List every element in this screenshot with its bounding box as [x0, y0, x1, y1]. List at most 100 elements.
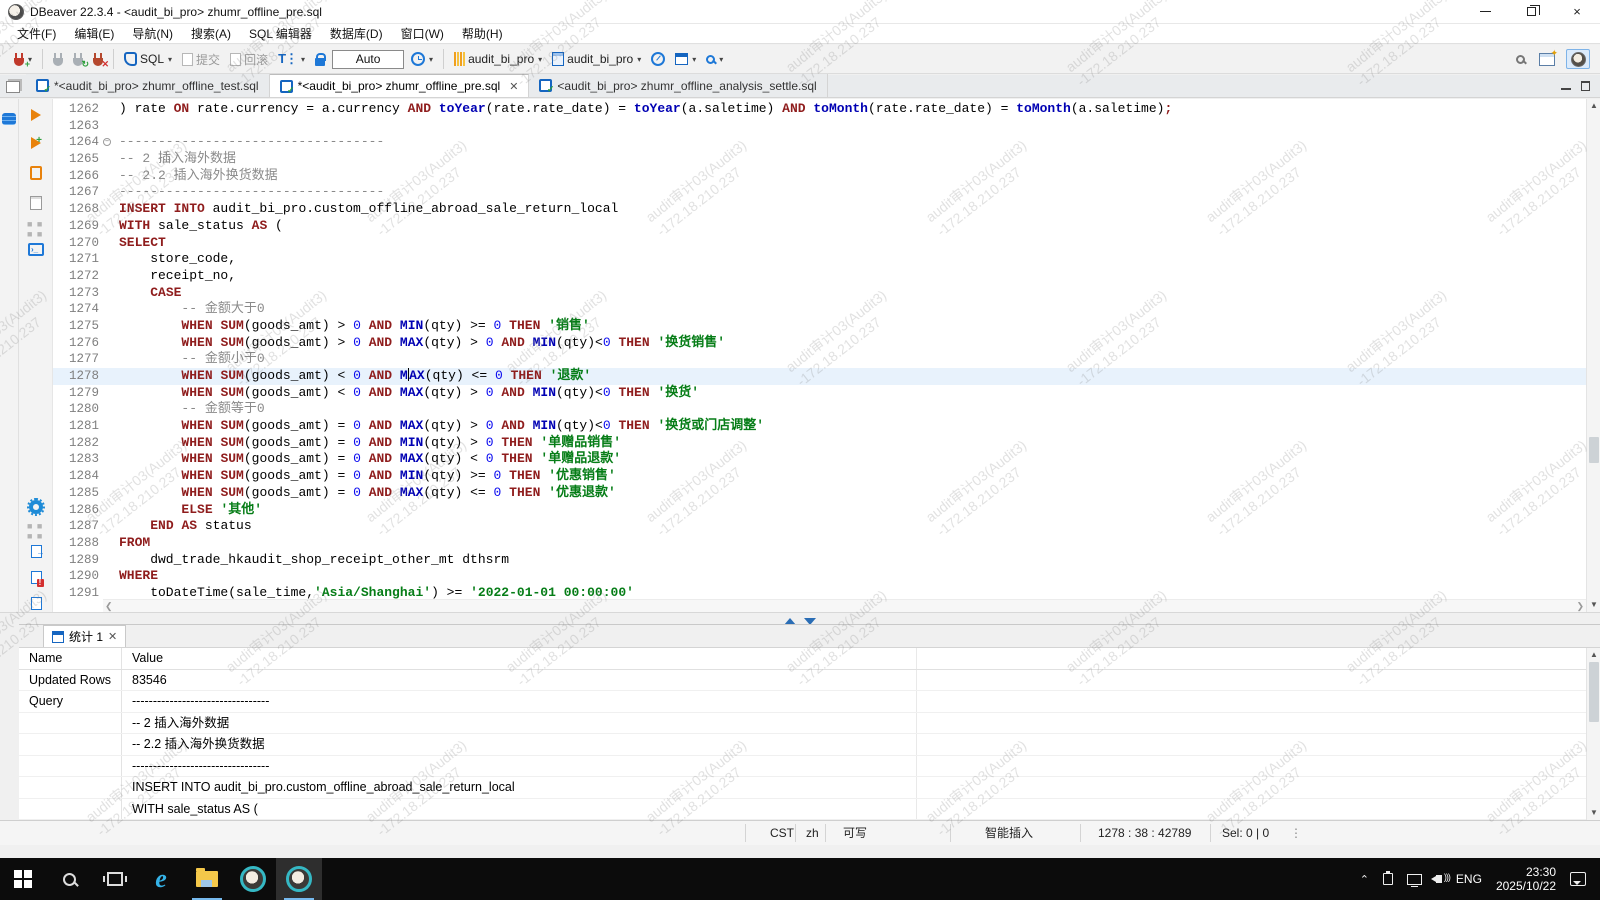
- code-line-1285[interactable]: 1285 WHEN SUM(goods_amt) = 0 AND MAX(qty…: [53, 485, 1586, 502]
- execute-new-tab-button[interactable]: +: [27, 135, 45, 151]
- restore-button[interactable]: [1508, 0, 1554, 23]
- connection-selector[interactable]: audit_bi_pro▾: [451, 50, 545, 68]
- minimize-button[interactable]: [1462, 0, 1508, 23]
- dbeaver-taskbar-button[interactable]: [230, 858, 276, 900]
- code-line-1269[interactable]: 1269WITH sale_status AS (: [53, 218, 1586, 235]
- execute-script-button[interactable]: [27, 165, 45, 181]
- quick-access-search-button[interactable]: [1513, 53, 1528, 66]
- code-line-1290[interactable]: 1290WHERE: [53, 568, 1586, 585]
- code-line-1279[interactable]: 1279 WHEN SUM(goods_amt) < 0 AND MAX(qty…: [53, 385, 1586, 402]
- commit-button[interactable]: 提交: [179, 49, 223, 70]
- export-result-button[interactable]: [27, 543, 45, 559]
- table-row-1[interactable]: Updated Rows83546: [19, 670, 1586, 692]
- table-row-2[interactable]: Query---------------------------------: [19, 691, 1586, 713]
- commit-mode-select[interactable]: Auto: [332, 50, 404, 69]
- statistics-tab[interactable]: 统计 1 ✕: [43, 625, 126, 647]
- code-line-1263[interactable]: 1263: [53, 118, 1586, 135]
- dbeaver-perspective-button[interactable]: [1566, 49, 1590, 69]
- menu-item-8[interactable]: 帮助(H): [453, 23, 512, 44]
- code-line-1284[interactable]: 1284 WHEN SUM(goods_amt) = 0 AND MIN(qty…: [53, 468, 1586, 485]
- open-perspective-button[interactable]: [1536, 51, 1558, 68]
- editor-tab-1[interactable]: *<audit_bi_pro> zhumr_offline_test.sql: [26, 74, 270, 97]
- code-line-1283[interactable]: 1283 WHEN SUM(goods_amt) = 0 AND MAX(qty…: [53, 451, 1586, 468]
- start-button[interactable]: [0, 858, 46, 900]
- table-row-7[interactable]: WITH sale_status AS (: [19, 799, 1586, 821]
- code-line-1270[interactable]: 1270SELECT: [53, 235, 1586, 252]
- menu-item-1[interactable]: 文件(F): [8, 23, 65, 44]
- taskbar-clock[interactable]: 23:30 2025/10/22: [1496, 865, 1556, 893]
- editor-settings-button[interactable]: [27, 499, 45, 515]
- results-scrollbar-thumb[interactable]: [1589, 662, 1599, 722]
- code-line-1268[interactable]: 1268INSERT INTO audit_bi_pro.custom_offl…: [53, 201, 1586, 218]
- dbeaver-taskbar-button-active[interactable]: [276, 858, 322, 900]
- connect-button[interactable]: [50, 51, 66, 68]
- menu-item-3[interactable]: 导航(N): [123, 23, 182, 44]
- open-console-button[interactable]: ›_: [27, 241, 45, 257]
- results-scroll-up-icon[interactable]: ▲: [1587, 648, 1600, 662]
- dashboard-button[interactable]: [648, 50, 668, 68]
- input-language[interactable]: ENG: [1456, 872, 1482, 886]
- code-line-1276[interactable]: 1276 WHEN SUM(goods_amt) > 0 AND MAX(qty…: [53, 335, 1586, 352]
- code-line-1266[interactable]: 1266-- 2.2 插入海外换货数据: [53, 168, 1586, 185]
- close-button[interactable]: ×: [1554, 0, 1600, 23]
- scroll-left-icon[interactable]: ❮: [105, 601, 113, 612]
- code-line-1265[interactable]: 1265-- 2 插入海外数据: [53, 151, 1586, 168]
- task-view-button[interactable]: [92, 858, 138, 900]
- code-line-1277[interactable]: 1277 -- 金额小于0: [53, 351, 1586, 368]
- database-selector[interactable]: audit_bi_pro▾: [549, 50, 644, 68]
- minimize-editor-icon[interactable]: [1561, 88, 1571, 90]
- column-header-value[interactable]: Value: [122, 648, 917, 669]
- table-row-5[interactable]: ---------------------------------: [19, 756, 1586, 778]
- scroll-up-icon[interactable]: ▲: [1587, 99, 1600, 113]
- table-row-6[interactable]: INSERT INTO audit_bi_pro.custom_offline_…: [19, 777, 1586, 799]
- tray-expand-icon[interactable]: ⌃: [1360, 873, 1369, 886]
- editor-horizontal-scrollbar[interactable]: ❮ ❯: [103, 599, 1586, 612]
- rollback-button[interactable]: 回滚: [227, 49, 271, 70]
- volume-icon[interactable]: [1436, 875, 1442, 883]
- explain-plan-button[interactable]: [27, 195, 45, 211]
- lock-button[interactable]: [312, 51, 328, 68]
- code-line-1271[interactable]: 1271 store_code,: [53, 251, 1586, 268]
- table-row-4[interactable]: -- 2.2 插入海外换货数据: [19, 734, 1586, 756]
- scrollbar-thumb[interactable]: [1589, 437, 1599, 463]
- close-tab-icon[interactable]: ✕: [108, 630, 117, 643]
- code-line-1278[interactable]: 1278 WHEN SUM(goods_amt) < 0 AND MAX(qty…: [53, 368, 1586, 385]
- code-line-1286[interactable]: 1286 ELSE '其他': [53, 502, 1586, 519]
- editor-tab-3[interactable]: <audit_bi_pro> zhumr_offline_analysis_se…: [529, 74, 827, 97]
- code-line-1289[interactable]: 1289 dwd_trade_hkaudit_shop_receipt_othe…: [53, 552, 1586, 569]
- execute-statement-button[interactable]: [27, 107, 45, 123]
- save-file-button[interactable]: [27, 595, 45, 611]
- reconnect-button[interactable]: ↻: [70, 51, 86, 68]
- code-line-1267[interactable]: 1267----------------------------------: [53, 184, 1586, 201]
- new-connection-button[interactable]: +▾: [11, 51, 35, 68]
- network-icon[interactable]: [1407, 874, 1422, 885]
- code-line-1273[interactable]: 1273 CASE: [53, 285, 1586, 302]
- code-line-1274[interactable]: 1274 -- 金额大于0: [53, 301, 1586, 318]
- transaction-log-button[interactable]: T⋮▾: [275, 49, 308, 69]
- menu-item-7[interactable]: 窗口(W): [392, 23, 453, 44]
- code-line-1288[interactable]: 1288FROM: [53, 535, 1586, 552]
- code-line-1264[interactable]: 1264–----------------------------------: [53, 134, 1586, 151]
- code-line-1282[interactable]: 1282 WHEN SUM(goods_amt) = 0 AND MIN(qty…: [53, 435, 1586, 452]
- column-header-name[interactable]: Name: [19, 648, 122, 669]
- code-line-1275[interactable]: 1275 WHEN SUM(goods_amt) > 0 AND MIN(qty…: [53, 318, 1586, 335]
- code-line-1281[interactable]: 1281 WHEN SUM(goods_amt) = 0 AND MAX(qty…: [53, 418, 1586, 435]
- menu-item-4[interactable]: 搜索(A): [182, 23, 240, 44]
- code-line-1287[interactable]: 1287 END AS status: [53, 518, 1586, 535]
- action-center-icon[interactable]: [1570, 872, 1586, 886]
- toolbar-search-button[interactable]: ▾: [703, 53, 726, 66]
- code-line-1262[interactable]: 1262) rate ON rate.currency = a.currency…: [53, 101, 1586, 118]
- database-navigator-icon[interactable]: [2, 113, 16, 125]
- transaction-history-button[interactable]: ▾: [408, 50, 436, 68]
- close-tab-icon[interactable]: ✕: [509, 80, 518, 93]
- table-row-3[interactable]: -- 2 插入海外数据: [19, 713, 1586, 735]
- maximize-editor-icon[interactable]: [1581, 81, 1590, 91]
- sql-code-editor[interactable]: 1262) rate ON rate.currency = a.currency…: [53, 99, 1600, 612]
- usb-icon[interactable]: [1383, 873, 1393, 885]
- results-scroll-down-icon[interactable]: ▼: [1587, 806, 1600, 820]
- compare-button[interactable]: ▾: [672, 51, 699, 67]
- results-scrollbar[interactable]: ▲ ▼: [1586, 648, 1600, 820]
- sql-editor-button[interactable]: SQL▾: [121, 50, 175, 68]
- menu-item-6[interactable]: 数据库(D): [321, 23, 392, 44]
- panel-sash[interactable]: [0, 612, 1600, 624]
